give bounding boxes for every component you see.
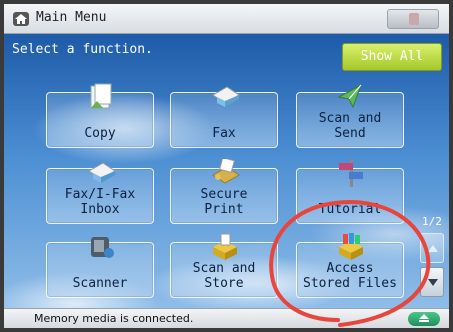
scan-send-icon	[337, 83, 362, 109]
copy-button[interactable]: Copy	[46, 83, 154, 148]
fax-button[interactable]: Fax	[170, 86, 278, 148]
function-label: Secure Print	[200, 187, 248, 217]
fax-icon	[212, 86, 240, 107]
stored-files-icon	[339, 233, 363, 260]
function-label: Access Stored Files	[303, 261, 397, 291]
status-monitor-button[interactable]	[387, 9, 439, 29]
function-label: Copy	[84, 126, 116, 141]
page-down-button[interactable]	[420, 267, 444, 297]
device-panel: Main Menu Select a function. Show All Co…	[4, 4, 449, 328]
tutorial-button[interactable]: Tutorial	[296, 159, 404, 224]
fax-inbox-button[interactable]: Fax/I-Fax Inbox	[46, 162, 154, 224]
scan-and-send-button[interactable]: Scan and Send	[296, 83, 404, 148]
eject-media-button[interactable]	[408, 312, 440, 326]
function-label: Scan and Store	[192, 261, 256, 291]
secure-print-button[interactable]: Secure Print	[170, 159, 278, 224]
function-label: Fax/I-Fax Inbox	[64, 187, 136, 217]
page-up-button[interactable]	[420, 233, 444, 263]
function-label: Scanner	[72, 276, 128, 291]
status-message: Memory media is connected.	[34, 312, 194, 325]
window-title: Main Menu	[36, 10, 107, 25]
secure-print-icon	[212, 159, 240, 184]
page-indicator: 1/2	[422, 215, 442, 228]
eject-icon-bar	[419, 320, 429, 322]
function-label: Tutorial	[318, 202, 382, 217]
show-all-button[interactable]: Show All	[342, 43, 442, 71]
title-bar: Main Menu	[4, 4, 449, 34]
function-label: Fax	[212, 126, 236, 141]
prompt-text: Select a function.	[12, 42, 153, 57]
copy-icon	[90, 83, 112, 109]
scan-and-store-button[interactable]: Scan and Store	[170, 233, 278, 298]
status-bar: Memory media is connected.	[4, 308, 449, 328]
access-stored-files-button[interactable]: Access Stored Files	[296, 233, 404, 298]
scanner-icon	[91, 237, 114, 258]
fax-inbox-icon	[88, 162, 116, 183]
eject-icon	[419, 314, 429, 319]
scan-store-icon	[213, 233, 237, 260]
function-label: Scan and Send	[318, 111, 382, 141]
home-icon	[13, 12, 29, 26]
status-monitor-icon	[409, 13, 419, 25]
scanner-button[interactable]: Scanner	[46, 237, 154, 298]
arrow-down-icon	[428, 279, 438, 286]
arrow-up-icon	[428, 245, 438, 252]
tutorial-icon	[339, 159, 363, 187]
function-menu: Select a function. Show All Copy Fax Sca…	[4, 34, 449, 308]
